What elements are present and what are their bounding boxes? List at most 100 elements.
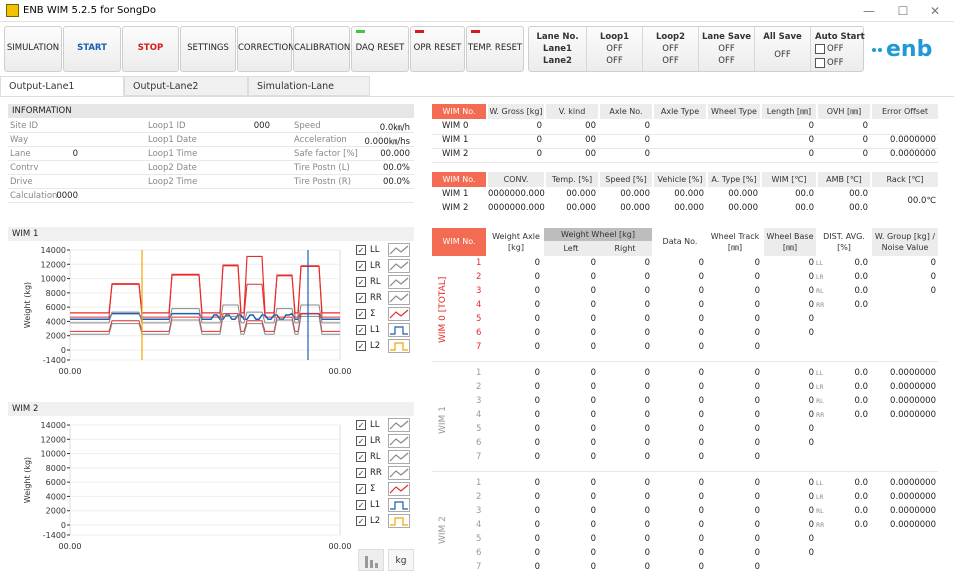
table3-cell: 0 <box>534 548 540 558</box>
opr-reset-button[interactable]: OPR RESET <box>410 26 465 72</box>
legend-checkbox[interactable]: ✓ <box>356 484 366 494</box>
info-value: 00.0% <box>382 163 410 173</box>
legend-checkbox[interactable]: ✓ <box>356 261 366 271</box>
table3-cell: 3 <box>476 396 482 406</box>
table3-cell: 6 <box>476 328 482 338</box>
legend-swatch-icon[interactable] <box>388 482 410 496</box>
legend-swatch-icon[interactable] <box>388 259 410 273</box>
legend-swatch-icon[interactable] <box>388 498 410 512</box>
loop1-lane2-value: OFF <box>606 56 623 66</box>
maximize-button[interactable]: ☐ <box>886 0 920 22</box>
table3-cell: 0 <box>754 424 760 434</box>
tab-simulation-lane[interactable]: Simulation-Lane <box>248 76 370 96</box>
legend-swatch-icon[interactable] <box>388 291 410 305</box>
table3-cell: 0 <box>644 342 650 352</box>
table3-cell <box>816 562 826 564</box>
table3-cell: 0 <box>808 328 814 338</box>
loop2-header: Loop2 <box>655 32 686 42</box>
legend-checkbox[interactable]: ✓ <box>356 436 366 446</box>
legend-swatch-icon[interactable] <box>388 418 410 432</box>
legend-swatch-icon[interactable] <box>388 339 410 353</box>
loop2-status: Loop2 OFF OFF <box>643 27 699 71</box>
table1-header: Axle No. <box>600 104 652 119</box>
table3-cell: 0 <box>534 272 540 282</box>
table3-cell <box>816 424 826 426</box>
swatch-glyph-icon <box>390 342 408 351</box>
legend-checkbox[interactable]: ✓ <box>356 245 366 255</box>
legend-swatch-icon[interactable] <box>388 434 410 448</box>
table3-cell: 0.0 <box>854 506 868 516</box>
table3-cell: 0 <box>644 314 650 324</box>
temp-reset-button[interactable]: TEMP. RESET <box>466 26 524 72</box>
info-value: 0 <box>72 149 78 159</box>
tab-output-lane2[interactable]: Output-Lane2 <box>124 76 248 96</box>
table3-cell: 0 <box>534 534 540 544</box>
table2-header: AMB [℃] <box>818 172 870 187</box>
legend-swatch-icon[interactable] <box>388 514 410 528</box>
table3-cell: 0.0000000 <box>890 478 936 488</box>
calibration-button[interactable]: CALIBRATION <box>293 26 350 72</box>
legend-swatch-icon[interactable] <box>388 466 410 480</box>
table3-cell: 0 <box>534 424 540 434</box>
table1-cell: WIM 1 <box>442 135 469 145</box>
table3-cell: 0 <box>754 328 760 338</box>
table3-cell: 0 <box>644 368 650 378</box>
simulation-button[interactable]: SIMULATION <box>4 26 62 72</box>
table1-header: WIM No. <box>432 104 486 119</box>
daq-reset-button[interactable]: DAQ RESET <box>351 26 409 72</box>
legend-swatch-icon[interactable] <box>388 450 410 464</box>
bar-chart-toggle-icon[interactable] <box>358 549 384 571</box>
correction-button[interactable]: CORRECTION <box>237 26 295 72</box>
swatch-glyph-icon <box>390 517 408 526</box>
table3-cell: 0 <box>754 534 760 544</box>
table1-header: OVH [㎜] <box>818 104 870 119</box>
table3-cell: 0 <box>590 520 596 530</box>
table3-cell: 0 <box>644 452 650 462</box>
legend-item-ll: ✓ LL <box>356 242 416 258</box>
table3-header-weight-wheel: Weight Wheel [kg] <box>544 228 652 241</box>
legend-checkbox[interactable]: ✓ <box>356 420 366 430</box>
table2-cell: WIM 1 <box>442 189 469 199</box>
legend-checkbox[interactable]: ✓ <box>356 341 366 351</box>
table3-cell <box>816 342 826 344</box>
tab-output-lane1[interactable]: Output-Lane1 <box>0 76 124 96</box>
legend-checkbox[interactable]: ✓ <box>356 293 366 303</box>
swatch-glyph-icon <box>389 436 409 446</box>
legend-checkbox[interactable]: ✓ <box>356 500 366 510</box>
legend-checkbox[interactable]: ✓ <box>356 452 366 462</box>
start-button[interactable]: START <box>63 26 121 72</box>
legend-swatch-icon[interactable] <box>388 275 410 289</box>
auto-start-lane2-checkbox[interactable] <box>815 58 825 68</box>
legend-swatch-icon[interactable] <box>388 243 410 257</box>
legend-swatch-icon[interactable] <box>388 323 410 337</box>
legend-checkbox[interactable]: ✓ <box>356 468 366 478</box>
unit-kg-button[interactable]: kg <box>388 549 414 571</box>
legend-item-sum: ✓ Σ <box>356 481 416 497</box>
table3-cell: 0 <box>590 396 596 406</box>
close-button[interactable]: ✕ <box>918 0 952 22</box>
table2-header: Rack [℃] <box>872 172 938 187</box>
legend-checkbox[interactable]: ✓ <box>356 516 366 526</box>
legend-checkbox[interactable]: ✓ <box>356 277 366 287</box>
rack-temperature: 00.0℃ <box>907 196 936 206</box>
minimize-button[interactable]: — <box>852 0 886 22</box>
table3-cell: 6 <box>476 548 482 558</box>
legend-checkbox[interactable]: ✓ <box>356 325 366 335</box>
table3-cell: 0.0 <box>854 492 868 502</box>
table3-cell: 0.0 <box>854 272 868 282</box>
legend-item-rl: ✓ RL <box>356 449 416 465</box>
swatch-glyph-icon <box>389 261 409 271</box>
button-label: CALIBRATION <box>294 43 351 53</box>
table3-cell: 0.0 <box>854 300 868 310</box>
legend-checkbox[interactable]: ✓ <box>356 309 366 319</box>
table3-cell: 0 <box>590 342 596 352</box>
swatch-path <box>389 277 409 287</box>
table3-cell: 0.0 <box>854 258 868 268</box>
table3-cell: 0 <box>590 478 596 488</box>
auto-start-lane1-checkbox[interactable] <box>815 44 825 54</box>
legend-swatch-icon[interactable] <box>388 307 410 321</box>
stop-button[interactable]: STOP <box>122 26 179 72</box>
title-bar: ENB WIM 5.2.5 for SongDo — ☐ ✕ <box>0 0 954 22</box>
settings-button[interactable]: SETTINGS <box>180 26 236 72</box>
table1-cell: WIM 0 <box>442 121 469 131</box>
